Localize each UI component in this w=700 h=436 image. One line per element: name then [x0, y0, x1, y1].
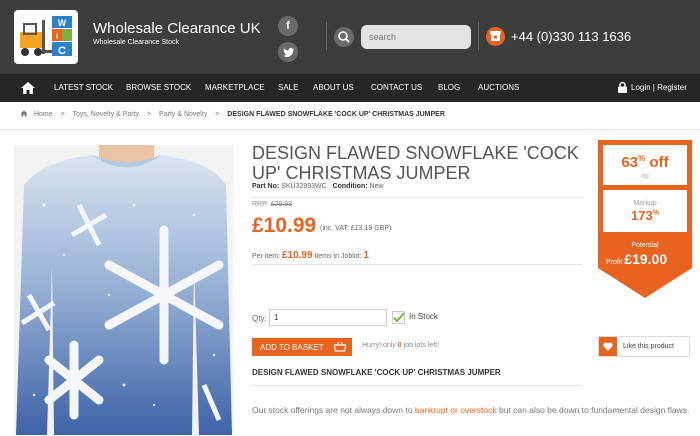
divider — [252, 385, 582, 386]
lock-icon — [618, 82, 627, 93]
offer-badge: 63% off rrp Markup 173% Potential Profit… — [598, 140, 692, 300]
product-image[interactable] — [14, 145, 233, 435]
hurry-count: 0 — [397, 342, 402, 349]
vat-note: (inc. VAT: £13.19 GBP) — [320, 225, 392, 232]
site-subtitle: Wholesale Clearance Stock — [93, 39, 179, 46]
nav-sale[interactable]: SALE — [278, 74, 298, 102]
part-no-label: Part No: — [252, 183, 280, 190]
breadcrumb-separator: > — [215, 111, 220, 118]
nav-latest-stock[interactable]: LATEST STOCK — [54, 74, 113, 102]
sweater-image — [14, 145, 233, 435]
basket-icon — [334, 342, 346, 352]
nav-browse-stock[interactable]: BROWSE STOCK — [126, 74, 191, 102]
add-to-basket-label: ADD TO BASKET — [260, 342, 324, 352]
site-logo[interactable]: W i C — [14, 10, 78, 64]
search-input[interactable] — [361, 25, 471, 49]
desc-pre: Our stock offerings are not always down … — [252, 405, 413, 415]
per-item-price: £10.99 — [281, 250, 313, 261]
hurry-post: job lots left! — [403, 342, 440, 349]
nav-marketplace[interactable]: MARKETPLACE — [205, 74, 265, 102]
part-no-value: SKU32993WC — [281, 183, 327, 190]
condition-label: Condition: — [332, 183, 368, 190]
svg-text:W: W — [58, 18, 67, 28]
nav-contact-us[interactable]: CONTACT US — [371, 74, 422, 102]
svg-text:i: i — [56, 32, 58, 41]
condition-value: New — [369, 183, 384, 190]
profit: Profit £19.00 — [606, 251, 692, 267]
markup-label: Markup — [633, 200, 657, 207]
breadcrumb-separator: > — [147, 111, 152, 118]
per-item-line: Per item: £10.99 Items in Joblot: 1 — [252, 250, 369, 261]
site-title[interactable]: Wholesale Clearance UK — [93, 20, 261, 37]
markup-sign: % — [652, 209, 659, 217]
home-icon[interactable] — [20, 81, 36, 95]
main-nav: LATEST STOCK BROWSE STOCK MARKETPLACE SA… — [0, 74, 700, 102]
description-title: DESIGN FLAWED SNOWFLAKE 'COCK UP' CHRIST… — [252, 368, 501, 377]
breadcrumb-toys[interactable]: Toys, Novelty & Party — [73, 111, 140, 118]
nav-blog[interactable]: BLOG — [438, 74, 460, 102]
breadcrumb: Home > Toys, Novelty & Party > Party & N… — [20, 110, 451, 118]
header-divider — [478, 22, 479, 50]
breadcrumb-current: DESIGN FLAWED SNOWFLAKE 'COCK UP' CHRIST… — [227, 111, 445, 118]
divider — [252, 264, 582, 265]
facebook-icon[interactable]: f — [278, 16, 298, 36]
qty-label: Qty: — [252, 314, 267, 323]
percent-off: 63% off — [598, 154, 692, 171]
breadcrumb-party[interactable]: Party & Novelty — [159, 111, 207, 118]
joblot-label: Items in Joblot: — [314, 253, 362, 260]
divider — [252, 197, 582, 198]
percent-off-value: 63 — [621, 154, 639, 171]
like-product-button[interactable]: Like this product — [598, 336, 690, 357]
twitter-icon[interactable] — [278, 42, 298, 62]
nav-about-us[interactable]: ABOUT US — [313, 74, 354, 102]
nav-auctions[interactable]: AUCTIONS — [478, 74, 519, 102]
rrp: RRP: £29.99 — [252, 201, 292, 208]
joblot-count: 1 — [363, 250, 370, 261]
check-icon — [392, 311, 405, 324]
search-icon[interactable] — [334, 27, 354, 47]
profit-label: Profit — [606, 259, 623, 266]
home-icon[interactable] — [20, 110, 28, 117]
description-text: Our stock offerings are not always down … — [252, 405, 692, 416]
profit-value: £19.00 — [624, 251, 668, 267]
markup-number: 173 — [631, 208, 653, 223]
desc-link[interactable]: bankrupt or overstock — [415, 405, 497, 415]
rrp-value: £29.99 — [270, 201, 293, 208]
like-label: Like this product — [623, 343, 674, 350]
qty-input[interactable] — [269, 309, 387, 326]
header-divider — [326, 22, 327, 50]
stock-status: In Stock — [409, 312, 438, 321]
part-number: Part No: SKU32993WC Condition: New — [252, 183, 384, 190]
divider — [0, 129, 700, 130]
product-title: DESIGN FLAWED SNOWFLAKE 'COCK UP' CHRIST… — [252, 143, 579, 183]
login-register-link[interactable]: Login | Register — [631, 74, 687, 102]
off-label: off — [649, 154, 669, 171]
badge-rrp: rrp — [641, 174, 649, 180]
phone-icon — [486, 27, 505, 46]
breadcrumb-separator: > — [60, 111, 65, 118]
add-to-basket-button[interactable]: ADD TO BASKET — [252, 338, 352, 356]
phone-number[interactable]: +44 (0)330 113 1636 — [511, 29, 631, 44]
svg-text:C: C — [58, 45, 66, 57]
potential-label: Potential — [631, 242, 659, 249]
per-item-label: Per item: — [252, 253, 281, 260]
breadcrumb-home[interactable]: Home — [34, 111, 53, 118]
header-bar: W i C Wholesale Clearance UK Wholesale C… — [0, 0, 700, 74]
stock-warning: Hurry! only 0 job lots left! — [362, 342, 439, 349]
product-price: £10.99 — [252, 214, 317, 237]
rrp-label: RRP: — [252, 201, 269, 208]
like-icon — [599, 337, 617, 356]
logo-forklift-icon: W i C — [20, 16, 72, 57]
markup-value: 173% — [598, 208, 692, 223]
desc-post: but can also be down to fundamental desi… — [498, 405, 690, 415]
hurry-pre: Hurry! only — [362, 342, 396, 349]
percent-sign: % — [638, 154, 646, 163]
